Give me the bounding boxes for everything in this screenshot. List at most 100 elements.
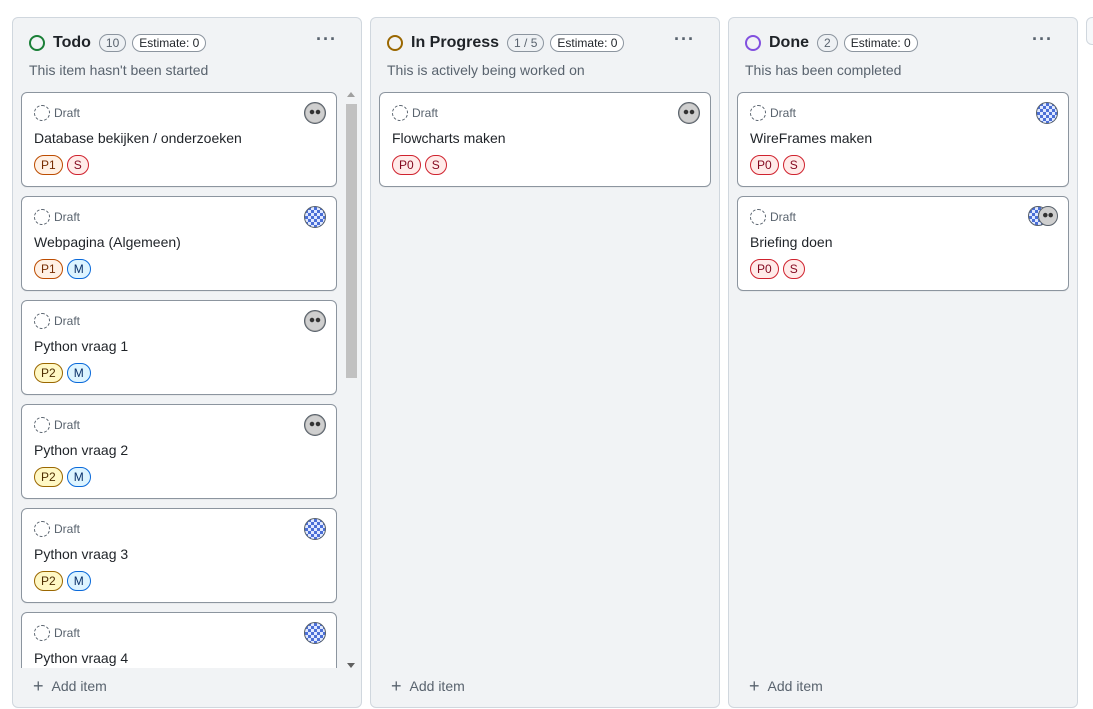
card-labels: P2 M [34, 363, 95, 383]
card-title[interactable]: Python vraag 3 [34, 546, 128, 562]
status-todo-icon [29, 35, 45, 51]
label-p0[interactable]: P0 [750, 155, 779, 175]
label-m[interactable]: M [66, 467, 91, 487]
card-labels: P1 M [34, 259, 95, 279]
column-header: Done 2 Estimate: 0 ··· [745, 29, 1061, 54]
issue-card[interactable]: Draft Python vraag 1 P2 M [21, 300, 337, 395]
estimate-badge: Estimate: 0 [550, 34, 625, 52]
card-status-row: Draft [34, 209, 80, 225]
issue-card[interactable]: Draft Briefing doen P0 S [737, 196, 1069, 291]
avatar[interactable] [304, 622, 326, 644]
issue-card[interactable]: Draft Python vraag 2 P2 M [21, 404, 337, 499]
draft-icon [34, 209, 50, 225]
card-title[interactable]: Python vraag 1 [34, 338, 128, 354]
column-description: This has been completed [745, 62, 902, 78]
estimate-badge: Estimate: 0 [843, 34, 918, 52]
add-item-label: Add item [767, 678, 823, 694]
column-header: In Progress 1 / 5 Estimate: 0 ··· [387, 29, 703, 54]
draft-label: Draft [770, 106, 797, 120]
card-title[interactable]: Python vraag 2 [34, 442, 128, 458]
label-m[interactable]: M [66, 363, 91, 383]
draft-icon [750, 105, 766, 121]
card-title[interactable]: WireFrames maken [750, 130, 872, 146]
card-status-row: Draft [392, 105, 438, 121]
avatar[interactable] [1036, 102, 1058, 124]
card-title[interactable]: Flowcharts maken [392, 130, 506, 146]
label-p1[interactable]: P1 [34, 155, 63, 175]
column-description: This item hasn't been started [29, 62, 209, 78]
card-status-row: Draft [750, 105, 796, 121]
label-p2[interactable]: P2 [34, 467, 63, 487]
scrollbar[interactable] [345, 92, 357, 668]
label-m[interactable]: M [66, 259, 91, 279]
assignee-avatars[interactable] [1028, 206, 1058, 228]
avatar[interactable] [304, 206, 326, 228]
draft-icon [34, 105, 50, 121]
label-p0[interactable]: P0 [392, 155, 421, 175]
label-s[interactable]: S [66, 155, 89, 175]
draft-label: Draft [54, 106, 81, 120]
scroll-down-arrow[interactable] [347, 663, 355, 668]
label-s[interactable]: S [782, 155, 805, 175]
card-title[interactable]: Python vraag 4 [34, 650, 128, 666]
project-board: Todo 10 Estimate: 0 ··· This item hasn't… [0, 0, 1093, 709]
label-s[interactable]: S [424, 155, 447, 175]
avatar[interactable] [304, 310, 326, 332]
plus-icon: + [749, 676, 760, 696]
issue-card[interactable]: Draft Database bekijken / onderzoeken P1 S [21, 92, 337, 187]
draft-icon [750, 209, 766, 225]
draft-icon [34, 521, 50, 537]
column-title: In Progress [411, 34, 500, 51]
add-item-label: Add item [51, 678, 107, 694]
avatar[interactable] [304, 102, 326, 124]
card-title[interactable]: Database bekijken / onderzoeken [34, 130, 242, 146]
label-p0[interactable]: P0 [750, 259, 779, 279]
draft-icon [392, 105, 408, 121]
avatar[interactable] [304, 414, 326, 436]
issue-card[interactable]: Draft WireFrames maken P0 S [737, 92, 1069, 187]
item-count-badge: 2 [817, 34, 838, 52]
column-done: Done 2 Estimate: 0 ··· This has been com… [728, 17, 1078, 708]
issue-card[interactable]: Draft Python vraag 4 [21, 612, 337, 668]
draft-label: Draft [412, 106, 439, 120]
label-m[interactable]: M [66, 571, 91, 591]
label-p2[interactable]: P2 [34, 571, 63, 591]
card-labels: P0 S [392, 155, 451, 175]
card-labels: P0 S [750, 155, 809, 175]
card-status-row: Draft [34, 625, 80, 641]
issue-card[interactable]: Draft Flowcharts maken P0 S [379, 92, 711, 187]
scroll-up-arrow[interactable] [347, 92, 355, 97]
column-menu-button[interactable]: ··· [1032, 29, 1053, 50]
draft-icon [34, 417, 50, 433]
label-p1[interactable]: P1 [34, 259, 63, 279]
label-s[interactable]: S [782, 259, 805, 279]
plus-icon: + [33, 676, 44, 696]
issue-card[interactable]: Draft Python vraag 3 P2 M [21, 508, 337, 603]
avatar[interactable] [304, 518, 326, 540]
add-item-button[interactable]: + Add item [391, 677, 465, 695]
next-column-edge[interactable] [1086, 17, 1093, 45]
item-count-badge: 10 [98, 34, 127, 52]
card-status-row: Draft [34, 105, 80, 121]
add-item-label: Add item [409, 678, 465, 694]
draft-label: Draft [54, 522, 81, 536]
avatar[interactable] [1038, 206, 1058, 226]
column-menu-button[interactable]: ··· [674, 29, 695, 50]
column-menu-button[interactable]: ··· [316, 29, 337, 50]
add-item-button[interactable]: + Add item [33, 677, 107, 695]
add-item-button[interactable]: + Add item [749, 677, 823, 695]
draft-label: Draft [54, 418, 81, 432]
column-title: Todo [53, 34, 91, 51]
draft-label: Draft [54, 210, 81, 224]
card-status-row: Draft [34, 521, 80, 537]
avatar[interactable] [678, 102, 700, 124]
card-title[interactable]: Briefing doen [750, 234, 833, 250]
column-todo: Todo 10 Estimate: 0 ··· This item hasn't… [12, 17, 362, 708]
card-labels: P1 S [34, 155, 93, 175]
label-p2[interactable]: P2 [34, 363, 63, 383]
card-title[interactable]: Webpagina (Algemeen) [34, 234, 181, 250]
card-labels: P2 M [34, 571, 95, 591]
card-labels: P2 M [34, 467, 95, 487]
scroll-thumb[interactable] [346, 104, 357, 378]
issue-card[interactable]: Draft Webpagina (Algemeen) P1 M [21, 196, 337, 291]
